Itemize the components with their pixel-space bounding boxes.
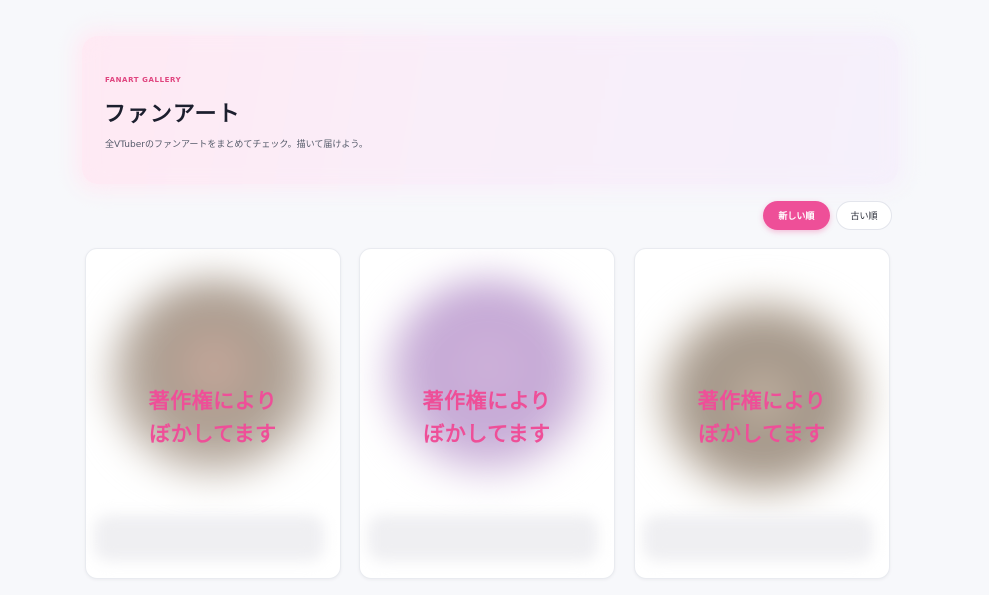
- copyright-blur-notice: 著作権により ぼかしてます: [360, 385, 614, 451]
- page-subtitle: 全VTuberのファンアートをまとめてチェック。描いて届けよう。: [105, 140, 368, 150]
- gallery-hero-banner: FANART GALLERY ファンアート 全VTuberのファンアートをまとめ…: [82, 36, 898, 184]
- notice-line-2: ぼかしてます: [423, 422, 551, 446]
- fanart-card[interactable]: 著作権により ぼかしてます: [634, 248, 890, 579]
- notice-line-1: 著作権により: [422, 389, 552, 413]
- notice-line-1: 著作権により: [148, 389, 278, 413]
- fanart-card[interactable]: 著作権により ぼかしてます: [359, 248, 615, 579]
- sort-newest-button[interactable]: 新しい順: [763, 201, 830, 230]
- notice-line-2: ぼかしてます: [698, 422, 826, 446]
- notice-line-2: ぼかしてます: [149, 422, 277, 446]
- copyright-blur-notice: 著作権により ぼかしてます: [635, 385, 889, 451]
- notice-line-1: 著作権により: [697, 389, 827, 413]
- page-title: ファンアート: [104, 102, 241, 127]
- blurred-caption: [643, 515, 873, 561]
- section-eyebrow: FANART GALLERY: [105, 76, 182, 84]
- sort-toggle-group: 新しい順 古い順: [763, 201, 892, 230]
- blurred-caption: [368, 515, 598, 561]
- sort-oldest-button[interactable]: 古い順: [836, 201, 892, 230]
- blurred-caption: [94, 515, 324, 561]
- fanart-card[interactable]: 著作権により ぼかしてます: [85, 248, 341, 579]
- copyright-blur-notice: 著作権により ぼかしてます: [86, 385, 340, 451]
